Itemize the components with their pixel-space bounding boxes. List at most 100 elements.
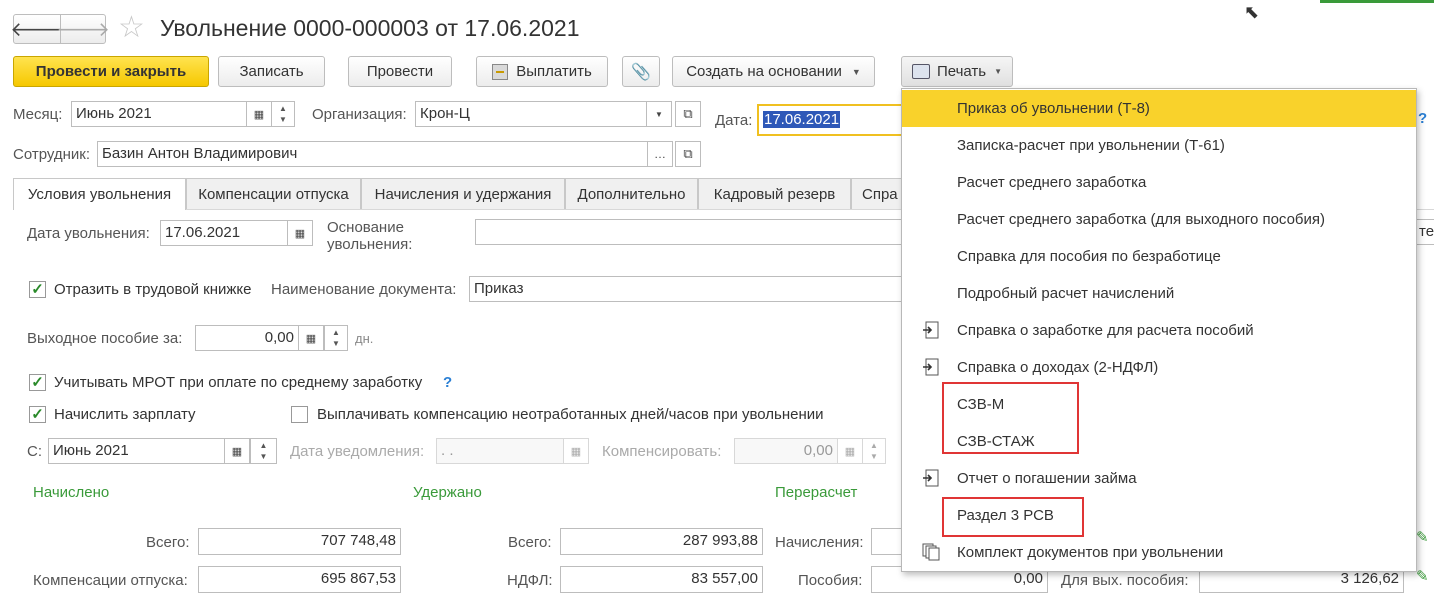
- month-field[interactable]: Июнь 2021: [71, 101, 247, 127]
- calendar-icon[interactable]: ▦: [287, 220, 313, 246]
- menu-item-label: Расчет среднего заработка: [957, 174, 1147, 191]
- doc-name-field[interactable]: Приказ: [469, 276, 905, 302]
- reason-tail: те: [1419, 223, 1434, 240]
- comp-days-label: Выплачивать компенсацию неотработанных д…: [317, 406, 824, 423]
- print-button[interactable]: Печать ▼: [901, 56, 1013, 87]
- notice-label: Дата уведомления:: [290, 443, 425, 460]
- doc-name-label: Наименование документа:: [271, 281, 457, 298]
- pay-button[interactable]: Выплатить: [476, 56, 608, 87]
- edit-pencil-icon[interactable]: ✎: [1416, 528, 1429, 546]
- help-icon[interactable]: ?: [443, 374, 452, 391]
- organization-field[interactable]: Крон-Ц: [415, 101, 647, 127]
- mrot-checkbox[interactable]: ✓: [29, 374, 46, 391]
- comp-days-checkbox[interactable]: [291, 406, 308, 423]
- from-field[interactable]: Июнь 2021: [48, 438, 225, 464]
- calendar-icon[interactable]: ▦: [224, 438, 250, 464]
- employee-field[interactable]: Базин Антон Владимирович: [97, 141, 648, 167]
- severance-field[interactable]: 0,00: [195, 325, 299, 351]
- post-and-close-button[interactable]: Провести и закрыть: [13, 56, 209, 87]
- menu-item-label: Комплект документов при увольнении: [957, 544, 1224, 561]
- top-edge-line: [1320, 0, 1434, 3]
- accruals-label: Начисления:: [775, 534, 864, 551]
- vac-comp-label: Компенсации отпуска:: [33, 572, 188, 589]
- date-label: Дата:: [715, 112, 753, 129]
- select-button[interactable]: …: [647, 141, 673, 167]
- recalc-header: Перерасчет: [775, 484, 858, 501]
- employee-label: Сотрудник:: [13, 146, 91, 163]
- dismissal-date-field[interactable]: 17.06.2021: [160, 220, 288, 246]
- document-arrow-icon: [922, 358, 940, 376]
- mouse-cursor-icon: ⬉: [1244, 2, 1260, 22]
- open-icon[interactable]: ⧉: [675, 141, 701, 167]
- menu-item-order-t8[interactable]: Приказ об увольнении (Т-8): [902, 90, 1416, 127]
- severance-pay-label: Для вых. пособия:: [1061, 572, 1189, 589]
- menu-item-avg-earnings-severance[interactable]: Расчет среднего заработка (для выходного…: [902, 201, 1416, 238]
- reason-label: Основание увольнения:: [327, 219, 413, 253]
- menu-item-label: Расчет среднего заработка (для выходного…: [957, 211, 1326, 228]
- help-icon[interactable]: ?: [1418, 110, 1427, 127]
- calculator-icon[interactable]: ▦: [837, 438, 863, 464]
- chevron-down-icon[interactable]: ▼: [646, 101, 672, 127]
- severance-spinner[interactable]: ▲ ▼: [324, 325, 348, 351]
- from-spinner[interactable]: ▲ ▼: [250, 438, 277, 464]
- from-label: С:: [27, 443, 42, 460]
- menu-item-label: Записка-расчет при увольнении (Т-61): [957, 137, 1225, 154]
- create-based-label: Создать на основании: [686, 63, 842, 80]
- tab-dismissal-conditions[interactable]: Условия увольнения: [13, 178, 186, 210]
- print-label: Печать: [936, 63, 987, 80]
- mrot-label: Учитывать МРОТ при оплате по среднему за…: [54, 374, 423, 391]
- menu-item-note-t61[interactable]: Записка-расчет при увольнении (Т-61): [902, 127, 1416, 164]
- withheld-total-field: 287 993,88: [560, 528, 763, 555]
- highlight-box-szv: [942, 382, 1079, 454]
- date-field[interactable]: 17.06.2021: [757, 104, 903, 136]
- compensate-spinner[interactable]: ▲ ▼: [862, 438, 886, 464]
- post-button[interactable]: Провести: [348, 56, 452, 87]
- accrue-label: Начислить зарплату: [54, 406, 196, 423]
- menu-item-unemployment-cert[interactable]: Справка для пособия по безработице: [902, 238, 1416, 275]
- edit-pencil-icon[interactable]: ✎: [1416, 567, 1429, 585]
- tab-additional[interactable]: Дополнительно: [565, 178, 698, 209]
- highlight-box-rsv: [942, 497, 1084, 537]
- pay-label: Выплатить: [516, 63, 592, 80]
- create-based-button[interactable]: Создать на основании ▼: [672, 56, 875, 87]
- save-button[interactable]: Записать: [218, 56, 325, 87]
- menu-item-detailed-calc[interactable]: Подробный расчет начислений: [902, 275, 1416, 312]
- favorite-star-icon[interactable]: ☆: [118, 13, 145, 43]
- compensate-field[interactable]: 0,00: [734, 438, 838, 464]
- menu-item-income-cert[interactable]: Справка о доходах (2-НДФЛ): [902, 349, 1416, 386]
- document-arrow-icon: [922, 321, 940, 339]
- ndfl-label: НДФЛ:: [507, 572, 553, 589]
- withheld-total-label: Всего:: [508, 534, 552, 551]
- pay-icon: [492, 63, 509, 80]
- severance-label: Выходное пособие за:: [27, 330, 183, 347]
- tab-accruals-deductions[interactable]: Начисления и удержания: [361, 178, 565, 209]
- chevron-down-icon: ▼: [994, 67, 1003, 76]
- vac-comp-field: 695 867,53: [198, 566, 401, 593]
- reflect-checkbox[interactable]: ✓: [29, 281, 46, 298]
- paperclip-icon: 📎: [631, 63, 651, 81]
- menu-item-label: Подробный расчет начислений: [957, 285, 1175, 302]
- forward-button[interactable]: 🡒: [56, 14, 110, 44]
- menu-item-avg-earnings[interactable]: Расчет среднего заработка: [902, 164, 1416, 201]
- notice-field[interactable]: . .: [436, 438, 564, 464]
- reason-field[interactable]: [475, 219, 905, 245]
- calendar-icon[interactable]: ▦: [563, 438, 589, 464]
- tab-personnel-reserve[interactable]: Кадровый резерв: [698, 178, 851, 209]
- calculator-icon[interactable]: ▦: [298, 325, 324, 351]
- tab-vacation-compensation[interactable]: Компенсации отпуска: [186, 178, 361, 209]
- print-menu: Приказ об увольнении (Т-8) Записка-расче…: [901, 88, 1417, 572]
- attach-button[interactable]: 📎: [622, 56, 660, 87]
- reflect-label: Отразить в трудовой книжке: [54, 281, 252, 298]
- document-set-icon: [922, 543, 940, 561]
- menu-item-loan-report[interactable]: Отчет о погашении займа: [902, 460, 1416, 497]
- organization-label: Организация:: [312, 106, 407, 123]
- menu-item-document-set[interactable]: Комплект документов при увольнении: [902, 534, 1416, 571]
- open-icon[interactable]: ⧉: [675, 101, 701, 127]
- withheld-header: Удержано: [413, 484, 482, 501]
- calendar-icon[interactable]: ▦: [246, 101, 272, 127]
- accrue-checkbox[interactable]: ✓: [29, 406, 46, 423]
- month-label: Месяц:: [13, 106, 63, 123]
- menu-item-earnings-cert[interactable]: Справка о заработке для расчета пособий: [902, 312, 1416, 349]
- back-button[interactable]: 🡐: [10, 14, 64, 44]
- month-spinner[interactable]: ▲ ▼: [271, 101, 295, 127]
